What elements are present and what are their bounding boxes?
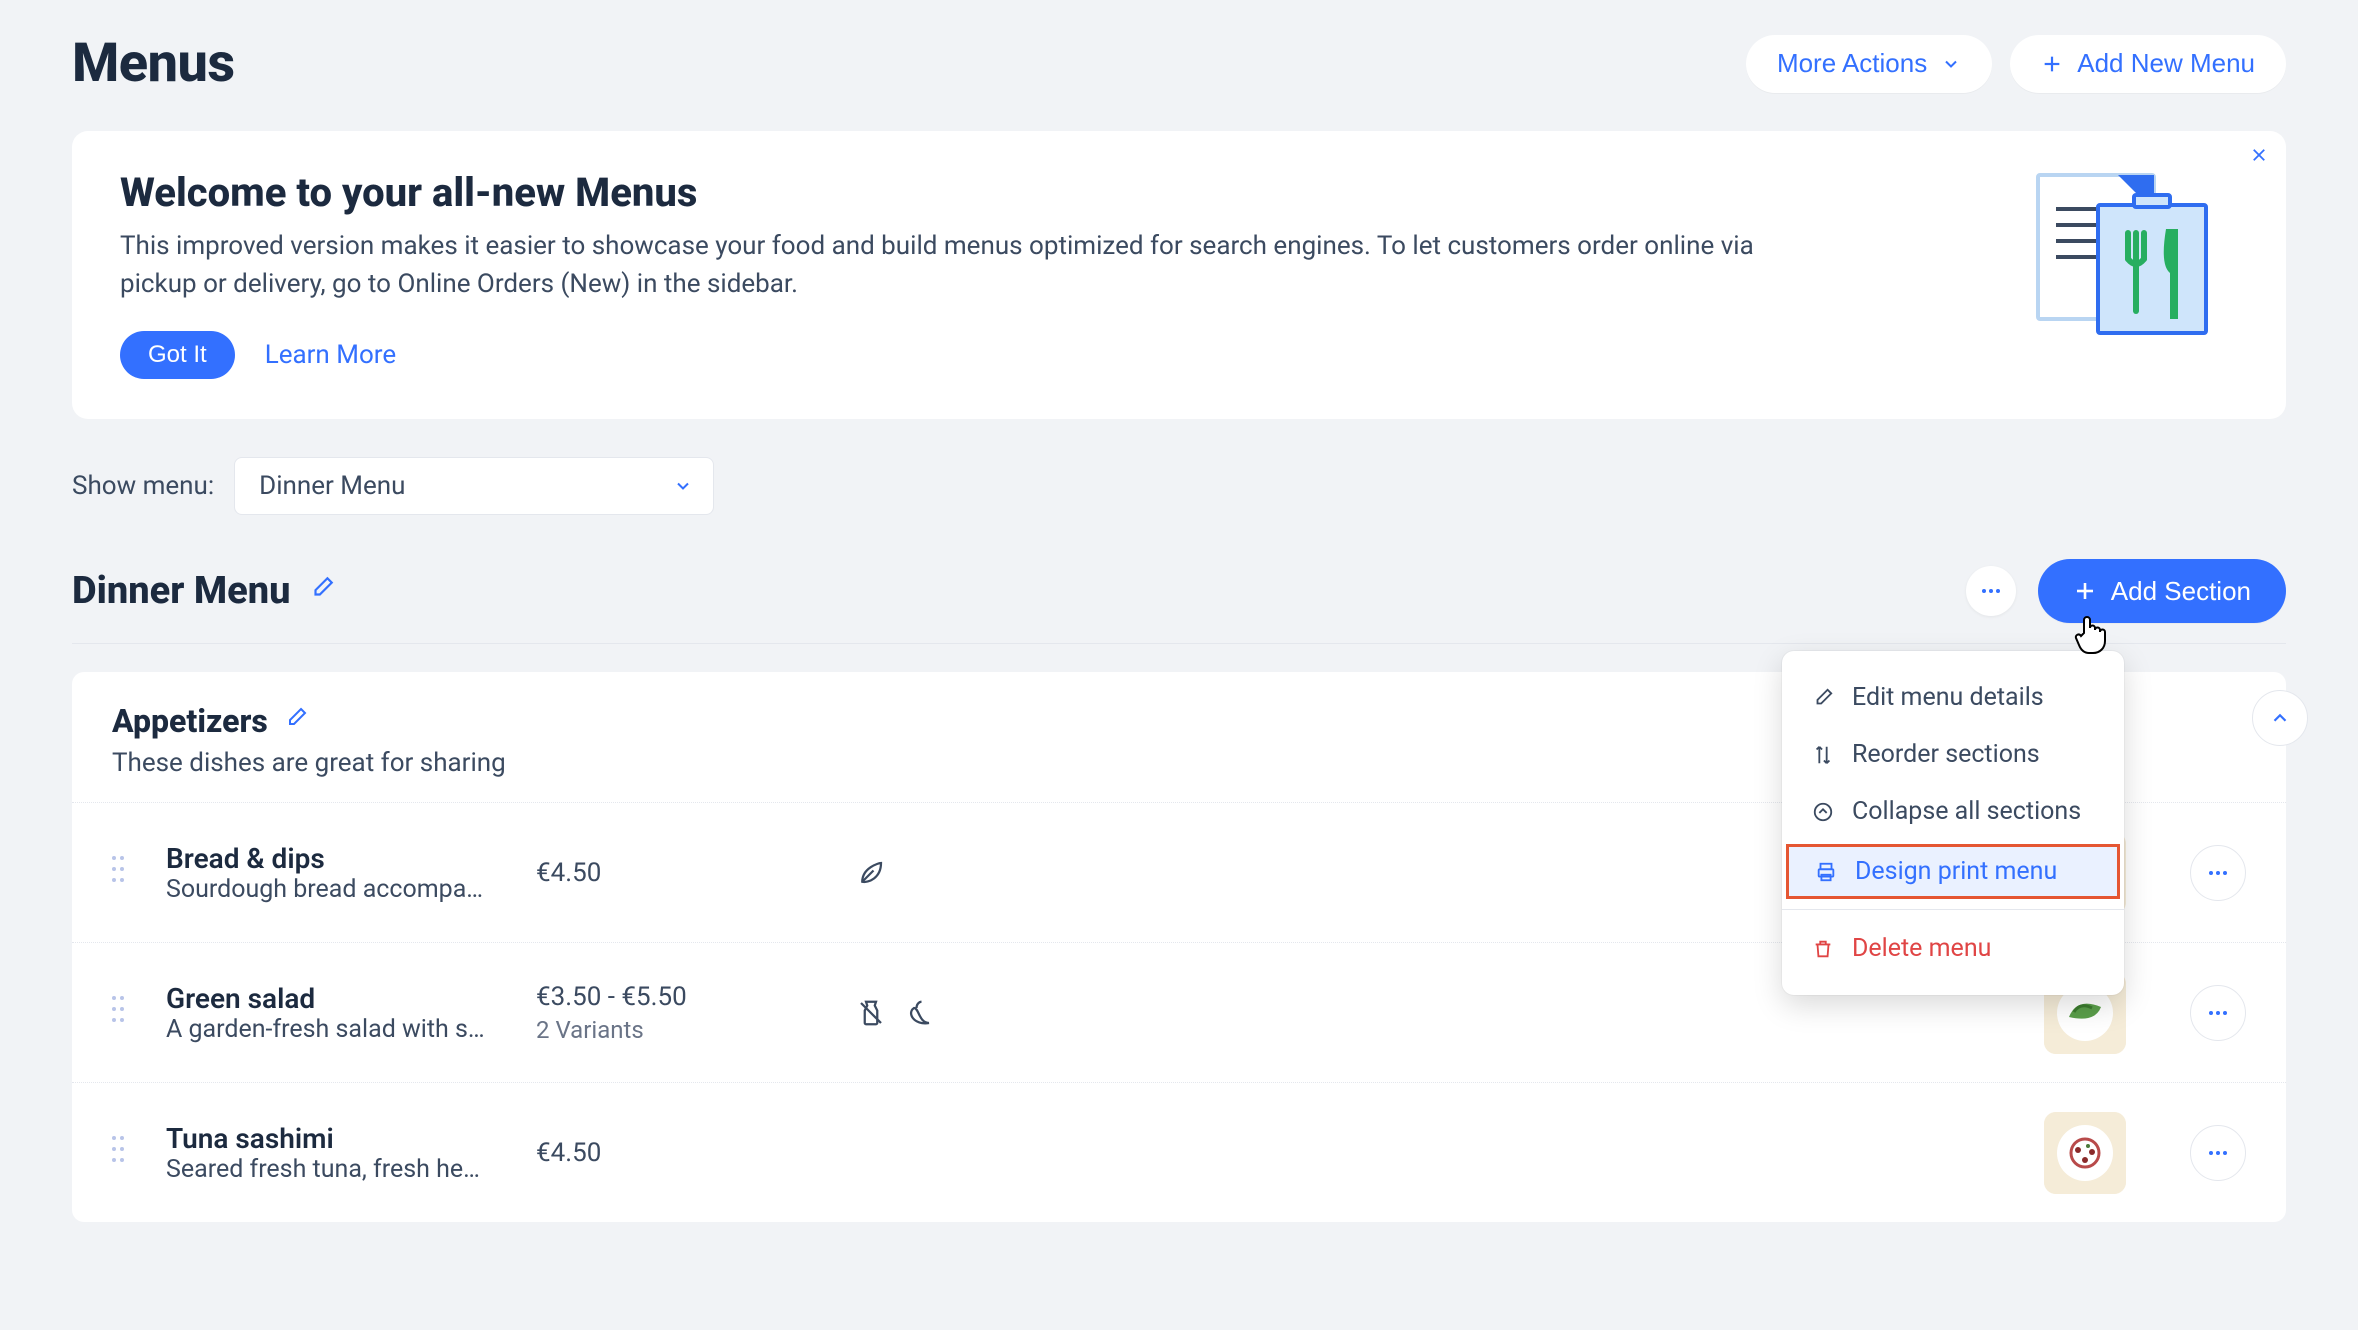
popover-collapse[interactable]: Collapse all sections [1782,783,2124,840]
dots-horizontal-icon [1979,579,2003,603]
item-name: Green salad [166,982,536,1015]
chevron-up-icon [2269,707,2291,729]
learn-more-link[interactable]: Learn More [265,340,396,370]
item-desc: Seared fresh tuna, fresh her… [166,1155,486,1184]
add-section-label: Add Section [2111,576,2251,607]
pencil-icon[interactable] [309,575,335,608]
menu-title-right: Add Section Edit menu details Reorder se… [1966,559,2286,623]
pencil-icon [1812,687,1834,709]
more-actions-button[interactable]: More Actions [1746,35,1992,93]
drag-handle-icon[interactable] [96,1134,166,1171]
dots-horizontal-icon [2206,1141,2230,1165]
add-new-menu-button[interactable]: Add New Menu [2010,35,2286,93]
popover-delete[interactable]: Delete menu [1782,920,2124,977]
chili-icon [904,998,934,1028]
item-more-button[interactable] [2190,985,2246,1041]
more-actions-label: More Actions [1777,48,1927,79]
item-labels [856,858,1196,888]
chevron-down-icon [1941,54,1961,74]
drag-handle-icon[interactable] [96,854,166,891]
item-more [2190,845,2246,901]
add-section-button[interactable]: Add Section [2038,559,2286,623]
item-text: Green salad A garden-fresh salad with se… [166,982,536,1044]
popover-collapse-label: Collapse all sections [1852,797,2081,826]
item-name: Bread & dips [166,842,536,875]
pencil-icon[interactable] [284,706,308,737]
reorder-icon [1812,744,1834,766]
chevron-down-icon [673,476,693,496]
welcome-text: Welcome to your all-new Menus This impro… [120,169,1820,379]
menu-selector-row: Show menu: Dinner Menu [72,457,2286,515]
dots-horizontal-icon [2206,1001,2230,1025]
section-title: Appetizers [112,702,268,740]
welcome-title: Welcome to your all-new Menus [120,169,1820,216]
menu-item-row[interactable]: Tuna sashimi Seared fresh tuna, fresh he… [72,1082,2286,1222]
item-more [2190,1125,2246,1181]
no-dairy-icon [856,998,886,1028]
menu-actions-popover: Edit menu details Reorder sections Colla… [1782,651,2124,995]
plus-icon [2041,53,2063,75]
welcome-illustration [2028,169,2218,339]
popover-edit-details[interactable]: Edit menu details [1782,669,2124,726]
item-more-button[interactable] [2190,845,2246,901]
page-title: Menus [72,32,235,95]
item-price-value: €4.50 [536,858,856,888]
menu-title-row: Dinner Menu Add Section Edit menu detail… [72,559,2286,644]
menu-select-value: Dinner Menu [259,471,405,501]
item-desc: Sourdough bread accompa… [166,875,486,904]
food-thumbnail [2044,1112,2126,1194]
menu-select[interactable]: Dinner Menu [234,457,714,515]
item-image [2044,1112,2126,1194]
popover-design-print-label: Design print menu [1855,857,2057,886]
header-actions: More Actions Add New Menu [1746,35,2286,93]
show-menu-label: Show menu: [72,471,214,501]
item-labels [856,998,1196,1028]
item-price-value: €3.50 - €5.50 [536,982,856,1012]
drag-handle-icon[interactable] [96,994,166,1031]
item-price: €4.50 [536,858,856,888]
collapse-icon [1812,801,1834,823]
item-price-value: €4.50 [536,1138,856,1168]
item-text: Tuna sashimi Seared fresh tuna, fresh he… [166,1122,536,1184]
item-more [2190,985,2246,1041]
popover-separator [1782,909,2124,910]
welcome-actions: Got It Learn More [120,331,1820,379]
item-text: Bread & dips Sourdough bread accompa… [166,842,536,904]
popover-reorder[interactable]: Reorder sections [1782,726,2124,783]
popover-reorder-label: Reorder sections [1852,740,2040,769]
leaf-icon [856,858,886,888]
welcome-description: This improved version makes it easier to… [120,228,1820,303]
item-name: Tuna sashimi [166,1122,536,1155]
welcome-banner: Welcome to your all-new Menus This impro… [72,131,2286,419]
plus-icon [2073,579,2097,603]
popover-delete-label: Delete menu [1852,934,1991,963]
popover-design-print[interactable]: Design print menu [1786,844,2120,899]
section-collapse-button[interactable] [2252,690,2308,746]
item-variants: 2 Variants [536,1016,856,1044]
menu-name: Dinner Menu [72,569,291,613]
add-new-menu-label: Add New Menu [2077,48,2255,79]
menu-title-left: Dinner Menu [72,569,335,613]
dots-horizontal-icon [2206,861,2230,885]
print-icon [1815,861,1837,883]
item-desc: A garden-fresh salad with se… [166,1015,486,1044]
menu-more-button[interactable] [1966,566,2016,616]
item-price: €4.50 [536,1138,856,1168]
trash-icon [1812,938,1834,960]
page-header: Menus More Actions Add New Menu [72,32,2286,95]
item-more-button[interactable] [2190,1125,2246,1181]
close-icon[interactable] [2250,145,2268,170]
item-price: €3.50 - €5.50 2 Variants [536,982,856,1044]
popover-edit-details-label: Edit menu details [1852,683,2044,712]
got-it-button[interactable]: Got It [120,331,235,379]
